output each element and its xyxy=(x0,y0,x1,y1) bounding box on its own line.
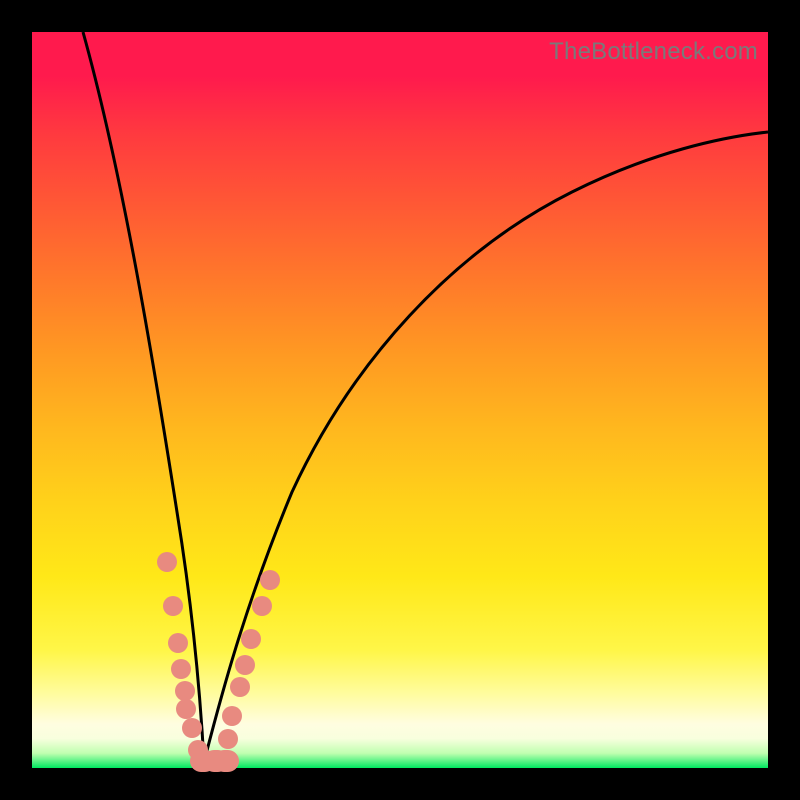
scatter-point xyxy=(168,633,188,653)
scatter-point xyxy=(241,629,261,649)
curve-left-branch xyxy=(83,32,204,762)
scatter-point xyxy=(182,718,202,738)
scatter-point xyxy=(163,596,183,616)
scatter-point xyxy=(213,750,239,772)
scatter-point xyxy=(222,706,242,726)
curve-right-branch xyxy=(204,132,768,762)
scatter-point xyxy=(230,677,250,697)
scatter-point xyxy=(260,570,280,590)
chart-frame: TheBottleneck.com xyxy=(0,0,800,800)
scatter-point xyxy=(218,729,238,749)
scatter-point xyxy=(175,681,195,701)
scatter-point xyxy=(252,596,272,616)
bottleneck-curve xyxy=(32,32,768,768)
plot-area: TheBottleneck.com xyxy=(32,32,768,768)
scatter-point xyxy=(235,655,255,675)
scatter-point xyxy=(176,699,196,719)
scatter-point xyxy=(157,552,177,572)
scatter-point xyxy=(171,659,191,679)
